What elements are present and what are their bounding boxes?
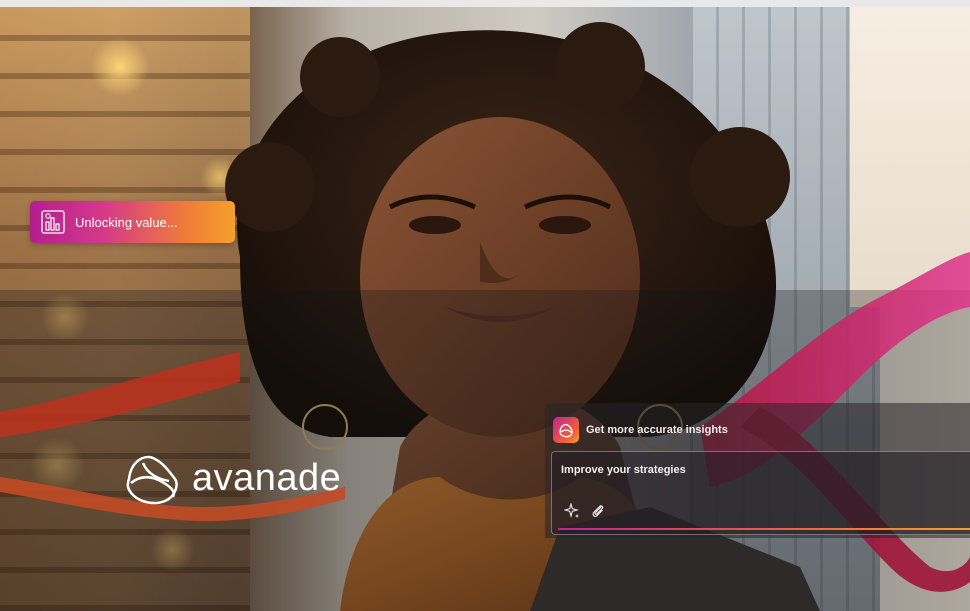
prompt-text: Improve your strategies	[561, 464, 686, 476]
prompt-input[interactable]: Improve your strategies	[551, 451, 970, 535]
assistant-title: Get more accurate insights	[586, 424, 728, 436]
paperclip-icon[interactable]	[589, 502, 607, 520]
brand-logo[interactable]: avanade	[121, 449, 341, 507]
assistant-panel: Get more accurate insights Improve your …	[545, 403, 970, 538]
avanade-logo-icon	[121, 449, 183, 507]
prompt-tools	[563, 502, 607, 520]
assistant-header: Get more accurate insights	[553, 417, 728, 443]
prompt-accent-bar	[558, 528, 970, 530]
analytics-chart-icon	[38, 207, 68, 237]
brand-wordmark: avanade	[192, 457, 342, 499]
unlocking-value-badge: Unlocking value...	[30, 201, 235, 243]
hero-photo: Unlocking value... avanade Get more accu…	[0, 7, 970, 611]
sparkle-icon[interactable]	[563, 502, 581, 520]
top-bar	[0, 0, 970, 7]
assistant-logo-icon	[553, 417, 579, 443]
badge-label: Unlocking value...	[75, 214, 178, 230]
